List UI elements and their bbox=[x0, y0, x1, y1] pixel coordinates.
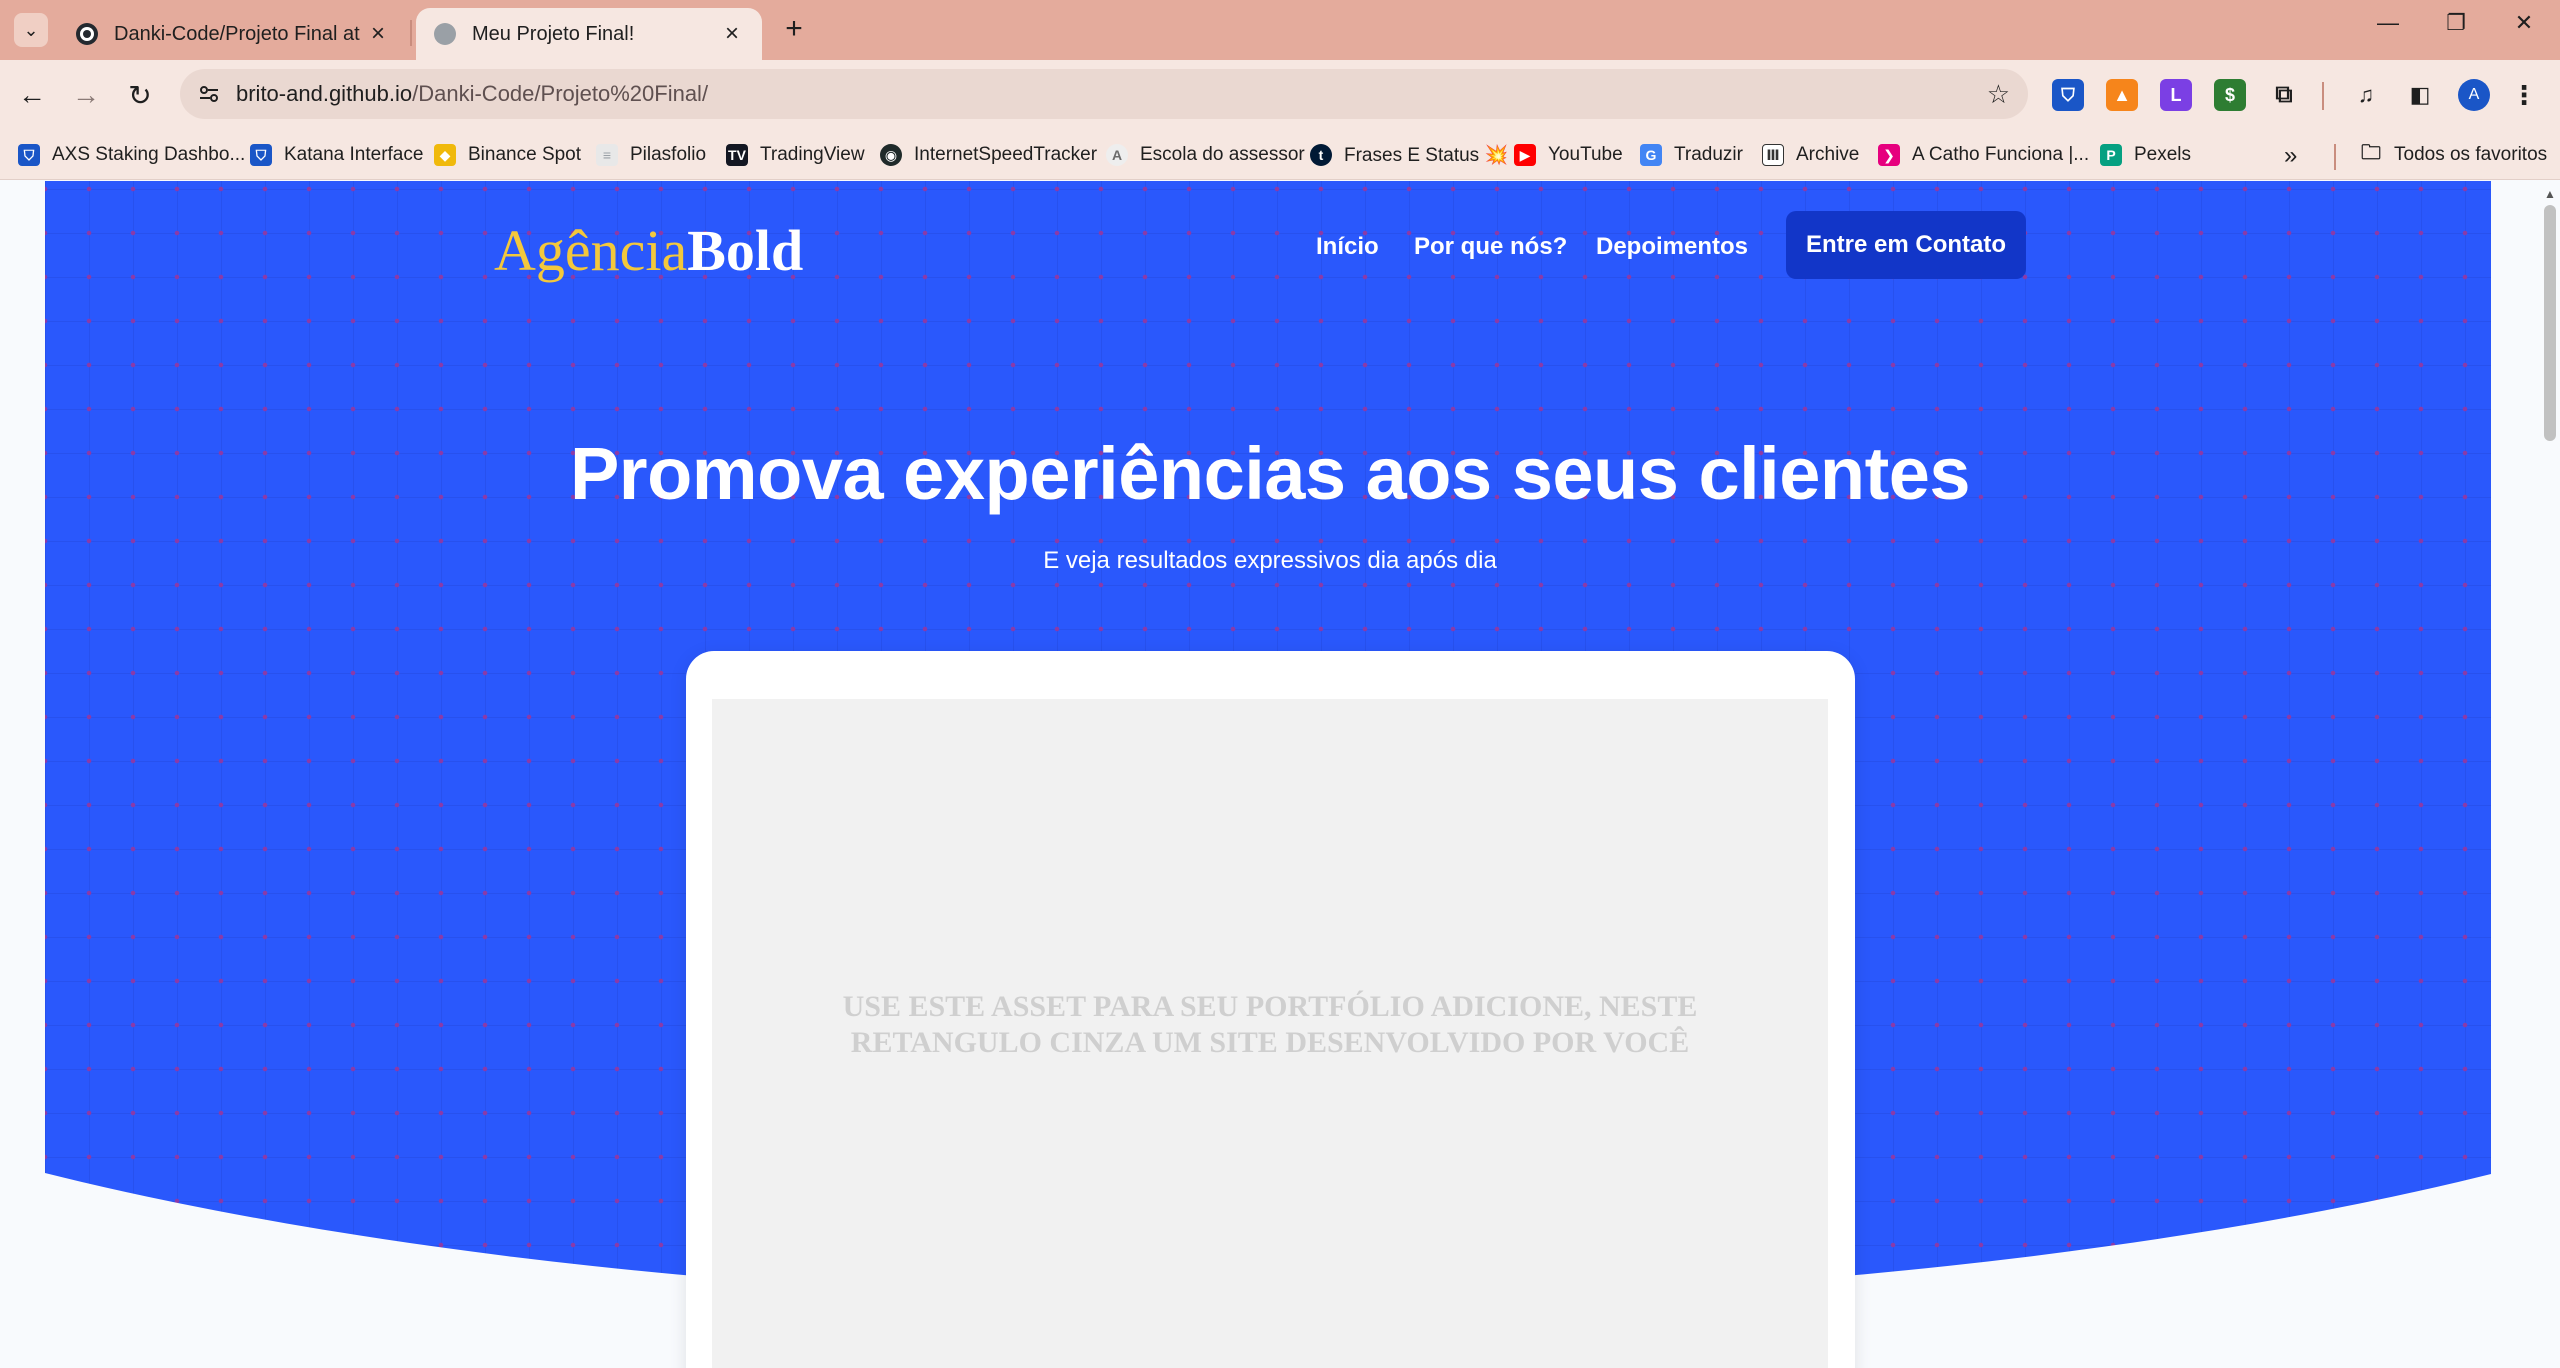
logo-part-1: Agência bbox=[494, 218, 688, 283]
folder-icon: 🗀 bbox=[2361, 142, 2381, 164]
bookmark-label: Escola do assessor bbox=[1140, 144, 1305, 165]
scroll-thumb[interactable] bbox=[2544, 205, 2556, 441]
bookmark-star-icon[interactable]: ☆ bbox=[1987, 79, 2010, 110]
shield-icon: ⛉ bbox=[250, 144, 272, 166]
globe-icon bbox=[434, 23, 456, 45]
media-controls-icon[interactable]: ♫ bbox=[2350, 79, 2382, 111]
tumblr-icon: t bbox=[1310, 144, 1332, 166]
scroll-up-arrow-icon[interactable]: ▲ bbox=[2544, 187, 2556, 201]
bookmark-label: YouTube bbox=[1548, 144, 1623, 165]
pexels-icon: P bbox=[2100, 144, 2122, 166]
more-bookmarks-icon[interactable]: » bbox=[2284, 142, 2297, 170]
profile-avatar[interactable]: A bbox=[2458, 79, 2490, 111]
shield-icon: ⛉ bbox=[18, 144, 40, 166]
translate-icon: G bbox=[1640, 144, 1662, 166]
bitwarden-extension-icon[interactable]: ⛉ bbox=[2052, 79, 2084, 111]
address-bar[interactable]: brito-and.github.io/Danki-Code/Projeto%2… bbox=[180, 69, 2028, 119]
page-viewport: AgênciaBold Início Por que nós? Depoimen… bbox=[0, 181, 2540, 1368]
nav-link-depoimentos[interactable]: Depoimentos bbox=[1596, 233, 1748, 261]
bookmark-item[interactable]: TV TradingView bbox=[726, 140, 865, 170]
all-bookmarks-folder[interactable]: 🗀 Todos os favoritos bbox=[2360, 140, 2547, 170]
browser-toolbar: ← → ↻ brito-and.github.io/Danki-Code/Pro… bbox=[0, 60, 2560, 130]
mockup-screen: USE ESTE ASSET PARA SEU PORTFÓLIO ADICIO… bbox=[712, 699, 1828, 1368]
binance-icon: ◆ bbox=[434, 144, 456, 166]
bookmark-item[interactable]: ⛉ AXS Staking Dashbo... bbox=[18, 140, 245, 170]
close-tab-icon[interactable]: × bbox=[720, 20, 744, 48]
bookmark-label: Pilasfolio bbox=[630, 144, 707, 165]
tab-title: Danki-Code/Projeto Final at ma bbox=[114, 22, 366, 45]
restore-icon[interactable]: ❐ bbox=[2434, 10, 2478, 36]
url-path: /Danki-Code/Projeto%20Final/ bbox=[412, 81, 709, 106]
extensions-puzzle-icon[interactable]: ⧉ bbox=[2268, 79, 2300, 111]
hero-headline: Promova experiências aos seus clientes bbox=[569, 432, 1971, 515]
metamask-extension-icon[interactable]: ▲ bbox=[2106, 79, 2138, 111]
url-host: brito-and.github.io bbox=[236, 81, 413, 106]
speed-icon: ◉ bbox=[880, 144, 902, 166]
bookmark-item[interactable]: ⛉ Katana Interface bbox=[250, 140, 423, 170]
menu-kebab-icon[interactable]: ⋮ bbox=[2508, 79, 2540, 111]
bookmark-label: TradingView bbox=[760, 144, 865, 165]
bookmark-label: Binance Spot bbox=[468, 144, 582, 165]
bookmark-item[interactable]: G Traduzir bbox=[1640, 140, 1743, 170]
bookmark-label: AXS Staking Dashbo... bbox=[52, 144, 246, 165]
tab-github[interactable]: Danki-Code/Projeto Final at ma × bbox=[58, 8, 408, 60]
bookmark-item[interactable]: A Escola do assessor bbox=[1106, 140, 1305, 170]
bookmark-item[interactable]: ▶ YouTube bbox=[1514, 140, 1623, 170]
bookmark-label: Traduzir bbox=[1674, 144, 1743, 165]
contact-button[interactable]: Entre em Contato bbox=[1786, 211, 2026, 279]
close-window-icon[interactable]: ✕ bbox=[2502, 10, 2546, 36]
page-icon: ≡ bbox=[596, 144, 618, 166]
dollar-extension-icon[interactable]: $ bbox=[2214, 79, 2246, 111]
side-panel-icon[interactable]: ◧ bbox=[2404, 79, 2436, 111]
bookmark-label: Pexels bbox=[2134, 144, 2192, 165]
youtube-icon: ▶ bbox=[1514, 144, 1536, 166]
new-tab-icon[interactable]: + bbox=[776, 12, 812, 46]
toolbar-divider bbox=[2322, 82, 2324, 110]
nav-link-por-que-nos[interactable]: Por que nós? bbox=[1414, 233, 1567, 261]
nav-link-inicio[interactable]: Início bbox=[1316, 233, 1379, 261]
url-text: brito-and.github.io/Danki-Code/Projeto%2… bbox=[236, 81, 708, 107]
bookmarks-bar: ⛉ AXS Staking Dashbo... ⛉ Katana Interfa… bbox=[0, 130, 2560, 180]
bookmarks-divider bbox=[2334, 144, 2336, 170]
tab-search-chevron-icon[interactable]: ⌄ bbox=[14, 13, 48, 47]
forward-icon[interactable]: → bbox=[66, 75, 106, 115]
tab-divider bbox=[410, 20, 412, 46]
tab-active[interactable]: Meu Projeto Final! × bbox=[416, 8, 762, 60]
bookmark-label: InternetSpeedTracker bbox=[914, 144, 1098, 165]
site-info-icon[interactable] bbox=[194, 79, 224, 109]
tradingview-icon: TV bbox=[726, 144, 748, 166]
back-icon[interactable]: ← bbox=[12, 75, 52, 115]
bookmark-label: A Catho Funciona |... bbox=[1912, 144, 2090, 165]
github-icon bbox=[76, 23, 98, 45]
bookmark-item[interactable]: Ⅲ Archive bbox=[1762, 140, 1859, 170]
escola-icon: A bbox=[1106, 144, 1128, 166]
tab-strip: ⌄ Danki-Code/Projeto Final at ma × Meu P… bbox=[0, 0, 2560, 60]
tab-title: Meu Projeto Final! bbox=[472, 22, 635, 45]
logo-part-2: Bold bbox=[687, 218, 804, 283]
device-mockup: USE ESTE ASSET PARA SEU PORTFÓLIO ADICIO… bbox=[686, 651, 1855, 1368]
bookmark-item[interactable]: ❯ A Catho Funciona |... bbox=[1878, 140, 2089, 170]
catho-icon: ❯ bbox=[1878, 144, 1900, 166]
mockup-placeholder-text: USE ESTE ASSET PARA SEU PORTFÓLIO ADICIO… bbox=[842, 990, 1698, 1059]
reload-icon[interactable]: ↻ bbox=[120, 75, 160, 115]
minimize-icon[interactable]: — bbox=[2366, 10, 2410, 36]
close-tab-icon[interactable]: × bbox=[366, 20, 390, 48]
bookmark-label: Katana Interface bbox=[284, 144, 424, 165]
hero-subheadline: E veja resultados expressivos dia após d… bbox=[1043, 547, 1497, 574]
archive-icon: Ⅲ bbox=[1762, 144, 1784, 166]
bookmark-label: Archive bbox=[1796, 144, 1860, 165]
purple-extension-icon[interactable]: L bbox=[2160, 79, 2192, 111]
bookmark-label: Frases E Status 💥 bbox=[1344, 145, 1509, 166]
bookmark-item[interactable]: ◆ Binance Spot bbox=[434, 140, 581, 170]
page-scrollbar[interactable]: ▲ bbox=[2540, 181, 2560, 1368]
all-bookmarks-label: Todos os favoritos bbox=[2394, 144, 2548, 165]
site-logo[interactable]: AgênciaBold bbox=[494, 217, 803, 284]
bookmark-item[interactable]: t Frases E Status 💥 bbox=[1310, 140, 1508, 170]
bookmark-item[interactable]: ≡ Pilasfolio bbox=[596, 140, 706, 170]
bookmark-item[interactable]: ◉ InternetSpeedTracker bbox=[880, 140, 1097, 170]
bookmark-item[interactable]: P Pexels bbox=[2100, 140, 2191, 170]
